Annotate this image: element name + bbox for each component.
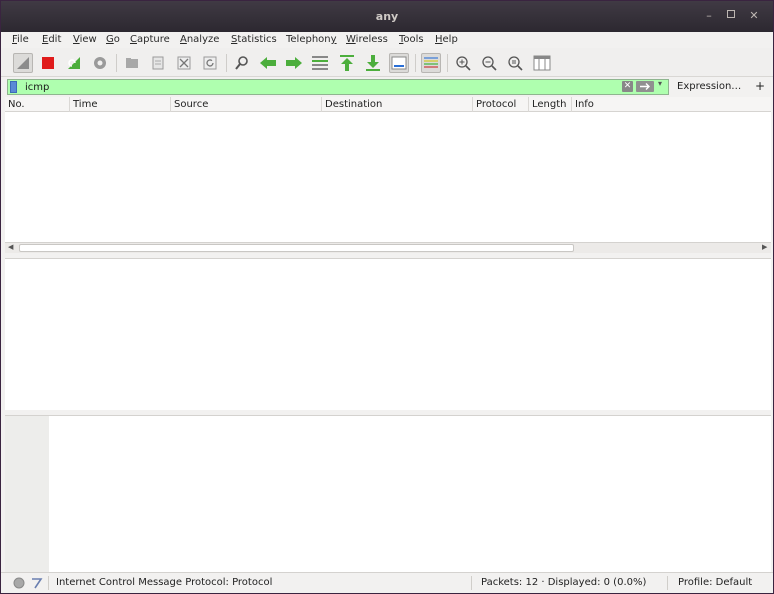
title-bar[interactable]: any – ✕ [1,1,773,32]
arrow-right-icon [286,57,302,69]
colorize-button[interactable] [421,53,441,73]
restart-fin-icon [68,57,80,69]
reload-file-button[interactable] [200,53,220,73]
column-no[interactable]: No. [5,97,69,112]
packet-list-header: No. Time Source Destination Protocol Len… [5,97,771,112]
magnifier-icon [235,56,248,70]
zoom-normal-button[interactable] [505,53,525,73]
auto-scroll-icon [391,56,407,70]
menu-file[interactable]: File [12,34,29,45]
resize-columns-button[interactable] [532,53,552,73]
add-filter-button[interactable]: + [755,79,765,93]
stop-icon [42,57,54,69]
document-icon [152,56,164,70]
zoom-out-icon [482,56,497,71]
status-separator [667,576,668,590]
menu-tools[interactable]: Tools [399,34,424,45]
status-separator [471,576,472,590]
last-packet-button[interactable] [363,53,383,73]
main-toolbar [1,48,773,77]
packet-list-pane[interactable] [5,112,771,242]
column-destination[interactable]: Destination [321,97,472,112]
column-protocol[interactable]: Protocol [472,97,528,112]
status-packet-count: Packets: 12 · Displayed: 0 (0.0%) [481,577,647,588]
restart-capture-button[interactable] [64,53,84,73]
gear-icon [94,57,106,69]
arrow-left-icon [260,57,276,69]
minimize-icon[interactable]: – [701,9,717,23]
colorize-icon [424,57,438,68]
close-file-button[interactable] [174,53,194,73]
menu-view[interactable]: View [73,34,97,45]
stop-capture-button[interactable] [38,53,58,73]
application-window: any – ✕ File Edit View Go Capture Analyz… [0,0,774,594]
auto-scroll-button[interactable] [389,53,409,73]
menu-telephony[interactable]: Telephony [286,34,337,45]
save-file-button[interactable] [148,53,168,73]
shark-fin-icon [17,57,29,69]
zoom-out-button[interactable] [479,53,499,73]
apply-filter-icon[interactable] [636,81,654,92]
filter-history-dropdown-icon[interactable]: ▾ [658,79,662,88]
capture-options-button[interactable] [90,53,110,73]
column-time[interactable]: Time [69,97,170,112]
menu-capture[interactable]: Capture [130,34,170,45]
scrollbar-thumb[interactable] [19,244,574,252]
zoom-normal-icon [508,56,523,71]
find-packet-button[interactable] [232,53,252,73]
column-info[interactable]: Info [571,97,771,112]
go-to-packet-icon [312,56,328,70]
status-field-info: Internet Control Message Protocol: Proto… [56,577,273,588]
menu-wireless[interactable]: Wireless [346,34,388,45]
scroll-right-icon[interactable]: ▶ [762,243,767,251]
zoom-in-button[interactable] [453,53,473,73]
close-icon[interactable]: ✕ [746,9,762,23]
status-profile[interactable]: Profile: Default [678,577,752,588]
arrow-top-icon [340,55,354,71]
go-back-button[interactable] [258,53,278,73]
status-separator [48,576,49,590]
menu-analyze[interactable]: Analyze [180,34,219,45]
column-length[interactable]: Length [528,97,571,112]
go-to-packet-button[interactable] [310,53,330,73]
scroll-left-icon[interactable]: ◀ [8,243,13,251]
expression-button[interactable]: Expression… [677,81,741,92]
packet-bytes-pane[interactable] [5,415,771,573]
menu-help[interactable]: Help [435,34,458,45]
clear-filter-icon[interactable]: ✕ [622,81,633,92]
maximize-icon[interactable] [723,9,739,23]
filter-bookmark-icon[interactable] [10,81,17,93]
menu-statistics[interactable]: Statistics [231,34,277,45]
reload-icon [203,56,217,70]
start-capture-button[interactable] [13,53,33,73]
arrow-bottom-icon [366,55,380,71]
bytes-offset-gutter [5,416,49,573]
toolbar-separator [116,54,117,72]
menu-bar: File Edit View Go Capture Analyze Statis… [1,32,773,48]
display-filter-bar: ✕ ▾ Expression… + [1,78,773,96]
display-filter-input[interactable] [7,79,669,95]
first-packet-button[interactable] [337,53,357,73]
toolbar-separator [447,54,448,72]
zoom-in-icon [456,56,471,71]
packet-details-pane[interactable] [5,258,771,410]
close-file-icon [177,56,191,70]
window-title: any [375,10,399,23]
resize-columns-icon [533,55,551,71]
packet-list-scrollbar[interactable]: ◀ ▶ [5,242,771,253]
menu-go[interactable]: Go [106,34,120,45]
column-source[interactable]: Source [170,97,321,112]
folder-icon [126,58,138,68]
ready-indicator-icon [13,577,25,589]
status-bar: Internet Control Message Protocol: Proto… [1,572,773,593]
toolbar-separator [415,54,416,72]
open-file-button[interactable] [122,53,142,73]
menu-edit[interactable]: Edit [42,34,61,45]
go-forward-button[interactable] [284,53,304,73]
toolbar-separator [226,54,227,72]
expert-info-icon[interactable] [30,576,44,589]
